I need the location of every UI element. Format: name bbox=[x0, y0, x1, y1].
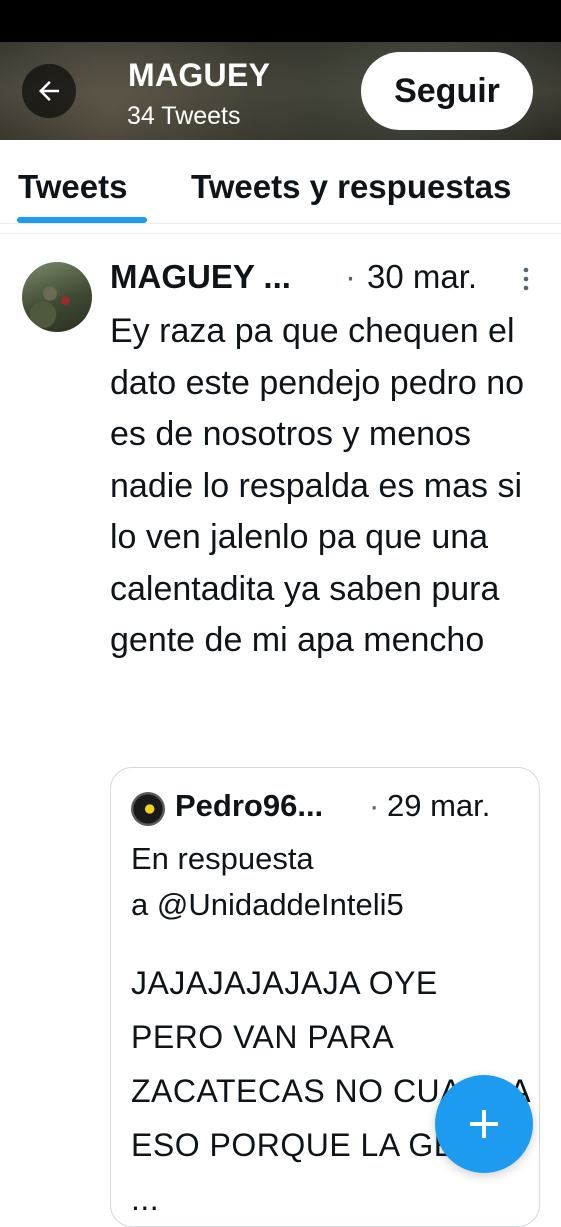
quoted-separator: · bbox=[369, 788, 380, 823]
reply-context-handle: a @UnidaddeInteli5 bbox=[131, 887, 404, 922]
avatar[interactable] bbox=[22, 262, 92, 332]
profile-tabs: Tweets Tweets y respuestas bbox=[0, 140, 561, 224]
compose-button[interactable] bbox=[435, 1075, 533, 1173]
tweet-date[interactable]: 30 mar. bbox=[367, 258, 477, 296]
profile-header: MAGUEY 34 Tweets Seguir bbox=[0, 42, 561, 140]
profile-name: MAGUEY bbox=[128, 57, 271, 93]
tweet-text: Ey raza pa que chequen el dato este pend… bbox=[110, 312, 525, 659]
tweet-separator: · bbox=[345, 258, 356, 295]
tab-tweets[interactable]: Tweets bbox=[18, 168, 127, 206]
active-tab-indicator bbox=[17, 217, 147, 223]
back-button[interactable] bbox=[22, 64, 76, 118]
status-bar bbox=[0, 0, 561, 42]
tweet-count: 34 Tweets bbox=[127, 102, 241, 130]
plus-icon bbox=[470, 1110, 498, 1138]
divider bbox=[0, 233, 561, 234]
arrow-left-icon bbox=[39, 81, 59, 101]
follow-button[interactable]: Seguir bbox=[361, 52, 533, 130]
more-vertical-icon[interactable] bbox=[520, 266, 532, 292]
tab-tweets-and-replies[interactable]: Tweets y respuestas bbox=[191, 168, 511, 206]
tweet-author[interactable]: MAGUEY ... bbox=[110, 258, 291, 296]
quoted-date: 29 mar. bbox=[387, 788, 491, 823]
quoted-avatar bbox=[131, 792, 165, 826]
quoted-author: Pedro96... bbox=[175, 788, 324, 823]
reply-context: En respuesta a @UnidaddeInteli5 bbox=[131, 836, 404, 928]
reply-context-line: En respuesta bbox=[131, 841, 314, 876]
